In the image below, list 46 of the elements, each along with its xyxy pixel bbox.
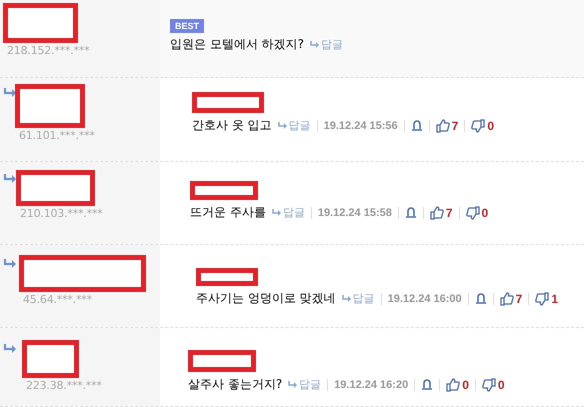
reply-link[interactable]: 답글 [342, 291, 375, 306]
thumbs-up-icon[interactable] [446, 378, 460, 392]
thumbs-up-icon[interactable] [436, 118, 450, 132]
redaction-box [188, 350, 256, 372]
reply-link[interactable]: 답글 [278, 118, 311, 133]
comment-date: 19.12.24 15:56 [324, 120, 398, 132]
like-count: 7 [452, 118, 458, 132]
dislike-count: 0 [498, 378, 505, 392]
comment-text: 살주사 좋는거지? [188, 376, 282, 393]
dislike-count: 0 [487, 118, 494, 132]
redaction-box [15, 84, 85, 128]
ip-address: 45.64.***.*** [23, 293, 93, 306]
comment-text: 뜨거운 주사를 [190, 204, 266, 221]
comment-text: 간호사 옷 입고 [192, 117, 272, 134]
redaction-box [22, 340, 79, 378]
ip-address: 61.101.***.*** [19, 129, 96, 142]
ip-address: 218.152.***.*** [7, 44, 90, 57]
thumbs-down-icon[interactable] [471, 118, 486, 132]
comment-date: 19.12.24 16:00 [388, 292, 462, 304]
ip-address: 223.38.***.*** [26, 379, 103, 392]
reply-link[interactable]: 답글 [272, 205, 305, 220]
thumbs-up-icon[interactable] [430, 206, 444, 220]
ip-address: 210.103.***.*** [20, 207, 104, 220]
reply-link[interactable]: 답글 [288, 377, 322, 392]
best-badge: BEST [170, 19, 204, 33]
like-count: 7 [446, 206, 453, 220]
thumbs-down-icon[interactable] [535, 292, 550, 306]
redaction-box [196, 268, 258, 286]
comment-date: 19.12.24 15:58 [318, 206, 392, 218]
reply-link[interactable]: 답글 [310, 37, 343, 52]
like-count: 0 [462, 378, 469, 392]
comment-date: 19.12.24 16:20 [334, 378, 408, 390]
thumbs-down-icon[interactable] [466, 206, 480, 220]
comment-text: 주사기는 엉덩이로 맞겠네 [196, 290, 336, 307]
redaction-box [192, 92, 264, 113]
report-icon[interactable] [421, 378, 434, 390]
thumbs-up-icon[interactable] [500, 292, 514, 306]
comment-text: 입원은 모텔에서 하겠지? [170, 36, 304, 53]
like-count: 7 [516, 292, 522, 306]
dislike-count: 0 [482, 206, 488, 220]
report-icon[interactable] [474, 292, 487, 304]
report-icon[interactable] [410, 120, 423, 132]
report-icon[interactable] [404, 206, 417, 218]
dislike-count: 1 [551, 292, 558, 306]
thumbs-down-icon[interactable] [482, 378, 496, 392]
redaction-box [190, 181, 258, 200]
